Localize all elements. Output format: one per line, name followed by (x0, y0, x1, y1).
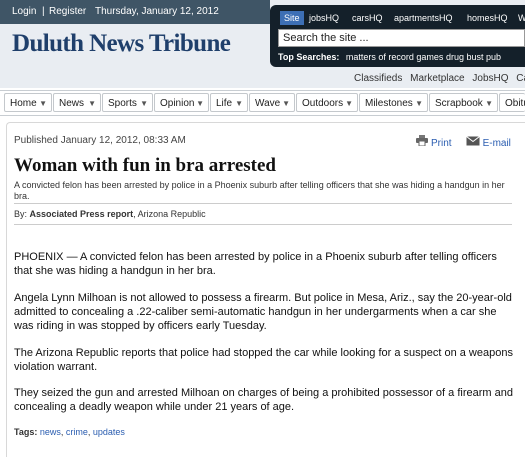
search-input[interactable]: Search the site ... (278, 29, 525, 47)
nav-item-home[interactable]: Home ▼ (4, 93, 52, 112)
nav-item-sports[interactable]: Sports ▼ (102, 93, 153, 112)
search-tab-jobshq[interactable]: jobsHQ (309, 11, 339, 25)
search-tab-carshq[interactable]: carsHQ (352, 11, 383, 25)
utility-link-jobshq[interactable]: JobsHQ (472, 73, 508, 84)
nav-item-milestones[interactable]: Milestones ▼ (359, 93, 428, 112)
site-logo[interactable]: Duluth News Tribune (12, 30, 231, 58)
byline-source: , Arizona Republic (133, 209, 206, 219)
current-date: Thursday, January 12, 2012 (95, 6, 219, 17)
tag-link-crime[interactable]: crime (66, 427, 88, 437)
chevron-down-icon: ▼ (140, 99, 148, 108)
print-link[interactable]: Print (431, 138, 452, 149)
search-tab-site[interactable]: Site (280, 11, 304, 25)
login-link[interactable]: Login (12, 6, 36, 17)
tags-label: Tags: (14, 427, 38, 437)
nav-label: Scrapbook (435, 98, 483, 109)
nav-item-life[interactable]: Life ▼ (210, 93, 248, 112)
nav-label: Opinion (160, 98, 195, 109)
utility-links: Classifieds Marketplace JobsHQ Cars (354, 73, 525, 84)
search-panel: Site jobsHQ carsHQ apartmentsHQ homesHQ … (270, 5, 525, 67)
nav-label: Life (216, 98, 233, 109)
top-searches-label: Top Searches: (278, 52, 340, 62)
printer-icon[interactable] (416, 135, 428, 149)
chevron-down-icon: ▼ (39, 99, 47, 108)
article-tags: Tags: news, crime, updates (14, 427, 125, 437)
divider (14, 224, 512, 225)
article-summary: A convicted felon has been arrested by p… (14, 180, 505, 201)
envelope-icon[interactable] (465, 136, 480, 149)
article-paragraph: Angela Lynn Milhoan is not allowed to po… (14, 292, 512, 332)
tag-link-updates[interactable]: updates (93, 427, 125, 437)
register-link[interactable]: Register (49, 6, 86, 17)
article-paragraph: The Arizona Republic reports that police… (14, 347, 513, 373)
byline-label: By: (14, 209, 28, 219)
chevron-down-icon: ▼ (485, 99, 493, 108)
account-bar: Login | Register Thursday, January 12, 2… (0, 0, 270, 24)
nav-label: News (59, 98, 85, 109)
byline-author: Associated Press report (29, 209, 134, 219)
divider (14, 203, 512, 204)
byline: By: Associated Press report, Arizona Rep… (14, 209, 206, 219)
nav-label: Wave (255, 98, 281, 109)
email-link[interactable]: E-mail (483, 138, 511, 149)
chevron-down-icon: ▼ (235, 99, 243, 108)
search-tab-homeshq[interactable]: homesHQ (467, 11, 508, 25)
nav-item-obituaries[interactable]: Obitu (499, 93, 525, 112)
nav-item-opinion[interactable]: Opinion ▼ (154, 93, 209, 112)
nav-label: Home (10, 98, 37, 109)
nav-label: Sports (108, 98, 137, 109)
top-search-link[interactable]: drug bust (446, 52, 484, 62)
nav-item-outdoors[interactable]: Outdoors ▼ (296, 93, 358, 112)
article-headline: Woman with fun in bra arrested (14, 155, 276, 176)
top-searches: Top Searches: matters of record games dr… (278, 52, 501, 62)
article-paragraph: They seized the gun and arrested Milhoan… (14, 387, 513, 413)
nav-label: Obitu (505, 98, 525, 109)
search-tab-apartmentshq[interactable]: apartmentsHQ (394, 11, 453, 25)
article-tools: Print E-mail (416, 135, 511, 149)
utility-link-marketplace[interactable]: Marketplace (410, 73, 464, 84)
published-date: Published January 12, 2012, 08:33 AM (14, 135, 186, 146)
chevron-down-icon: ▼ (282, 99, 290, 108)
top-search-link[interactable]: matters of record (346, 52, 414, 62)
chevron-down-icon: ▼ (88, 99, 96, 108)
search-tab-more[interactable]: W (518, 11, 525, 25)
utility-link-classifieds[interactable]: Classifieds (354, 73, 402, 84)
chevron-down-icon: ▼ (415, 99, 423, 108)
nav-label: Outdoors (302, 98, 344, 109)
chevron-down-icon: ▼ (196, 99, 204, 108)
article-paragraph: PHOENIX — A convicted felon has been arr… (14, 251, 497, 277)
top-search-link[interactable]: pub (486, 52, 501, 62)
tag-link-news[interactable]: news (40, 427, 61, 437)
top-search-link[interactable]: games (416, 52, 443, 62)
nav-item-scrapbook[interactable]: Scrapbook ▼ (429, 93, 498, 112)
nav-item-news[interactable]: News ▼ (53, 93, 101, 112)
main-nav: Home ▼ News ▼ Sports ▼ Opinion ▼ Life ▼ Wave ▼… (0, 90, 525, 116)
utility-link-cars[interactable]: Cars (516, 73, 525, 84)
topbar-separator: | (42, 6, 45, 17)
site-header: Login | Register Thursday, January 12, 2… (0, 0, 525, 88)
nav-label: Milestones (365, 98, 413, 109)
nav-item-wave[interactable]: Wave ▼ (249, 93, 295, 112)
chevron-down-icon: ▼ (345, 99, 353, 108)
